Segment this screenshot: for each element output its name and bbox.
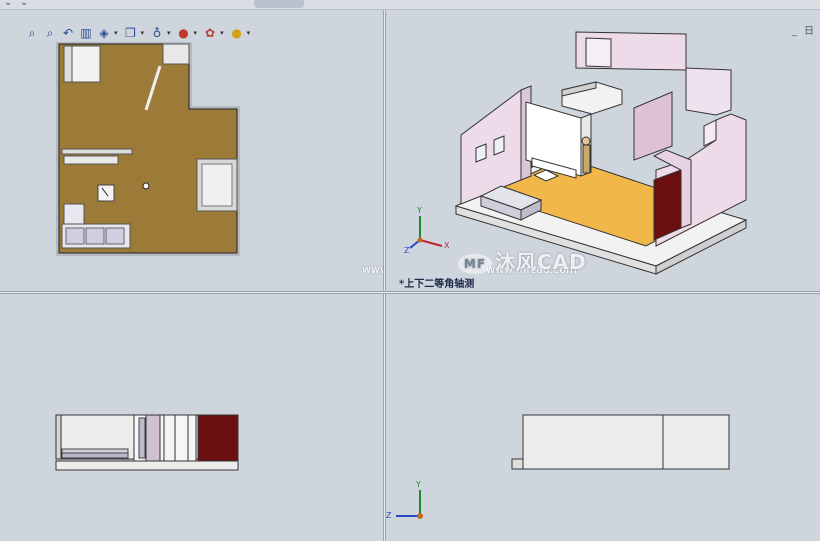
viewport-splitter-horizontal[interactable] [0,291,820,294]
chevron-down-icon[interactable]: ⌄ [4,0,12,8]
watermark-url: www.mfcad.com [362,263,383,276]
axis-y-label: Y [417,206,422,215]
top-tab-strip: ⌄ ⌄ [0,0,820,10]
viewport-isometric[interactable]: _ 日 Y X Z www.mfcad.com [386,10,820,291]
axis-z-label: Z [386,511,392,520]
watermark-logo: MF 沐风CAD [458,246,587,275]
axis-triad-iso: Y X Z [404,206,464,256]
axis-triad-iso-lines [409,216,443,249]
viewport-splitter-vertical[interactable] [383,10,386,541]
viewport-right[interactable]: Y Z [386,294,820,541]
axis-z-label: Z [404,246,410,255]
active-tab[interactable] [254,0,304,8]
axis-x-label: X [444,241,450,250]
watermark-logo-badge: MF [458,253,492,274]
front-view-drawing [55,414,239,471]
watermark-logo-text: 沐风CAD [495,250,587,274]
view-orientation-label: *上下二等角轴测 [399,279,475,290]
viewport-top[interactable]: ⌕ ⌕ ↶ ▥ ◈▾ ❒▾ ♁▾ ●▾ ✿▾ ●▾ www.mfcad.com [0,10,383,291]
right-view-drawing [511,414,730,470]
axis-triad-right: Y Z [386,480,446,530]
plan-view-drawing [56,42,240,256]
viewport-front[interactable] [0,294,383,541]
chevron-down-icon[interactable]: ⌄ [20,0,28,8]
axis-y-label: Y [416,480,421,489]
